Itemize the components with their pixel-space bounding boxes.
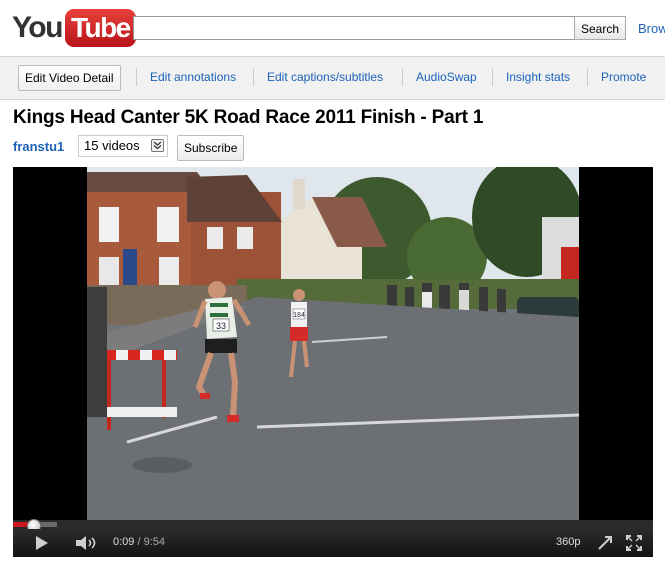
play-icon[interactable] [31,533,53,553]
edit-video-detail-button[interactable]: Edit Video Detail [18,65,121,91]
separator [253,68,254,86]
runner-bib-number: 184 [293,312,305,319]
video-frame[interactable]: 33 184 [87,167,579,520]
browse-link[interactable]: Browse [638,21,665,36]
edit-captions-link[interactable]: Edit captions/subtitles [267,70,383,84]
edit-annotations-link[interactable]: Edit annotations [150,70,236,84]
video-title: Kings Head Canter 5K Road Race 2011 Fini… [13,107,484,128]
fullscreen-icon[interactable] [624,533,644,553]
expand-player-icon[interactable] [595,533,615,553]
player-controls: 0:09 / 9:54 360p [13,529,653,557]
logo-tube-text: Tube [64,9,136,47]
video-count-label: 15 videos [84,138,140,153]
quality-button[interactable]: 360p [556,536,580,548]
channel-link[interactable]: franstu1 [13,139,64,154]
chevron-down-icon [151,139,164,152]
promote-link[interactable]: Promote [601,70,646,84]
runner-bib-number: 33 [216,321,226,331]
progress-bar[interactable] [13,519,653,533]
video-player[interactable]: 33 184 0:09 / 9:54 360p [13,167,653,557]
search-input[interactable] [133,16,576,40]
masthead: You Tube Search Browse [0,0,665,56]
owner-actions-bar: Edit Video Detail Edit annotations Edit … [0,56,665,100]
youtube-logo[interactable]: You Tube [12,8,136,48]
logo-you-text: You [12,11,63,44]
channel-videos-dropdown[interactable]: 15 videos [78,135,168,157]
current-time: 0:09 [113,536,135,548]
separator [136,68,137,86]
separator [587,68,588,86]
subscribe-button[interactable]: Subscribe [177,135,245,161]
time-display: 0:09 / 9:54 [113,536,166,548]
separator [402,68,403,86]
search-button[interactable]: Search [574,16,626,40]
audioswap-link[interactable]: AudioSwap [416,70,477,84]
separator [492,68,493,86]
volume-icon[interactable] [71,533,105,553]
duration: 9:54 [143,536,166,548]
insight-stats-link[interactable]: Insight stats [506,70,570,84]
video-scene-image: 33 184 [87,167,579,520]
